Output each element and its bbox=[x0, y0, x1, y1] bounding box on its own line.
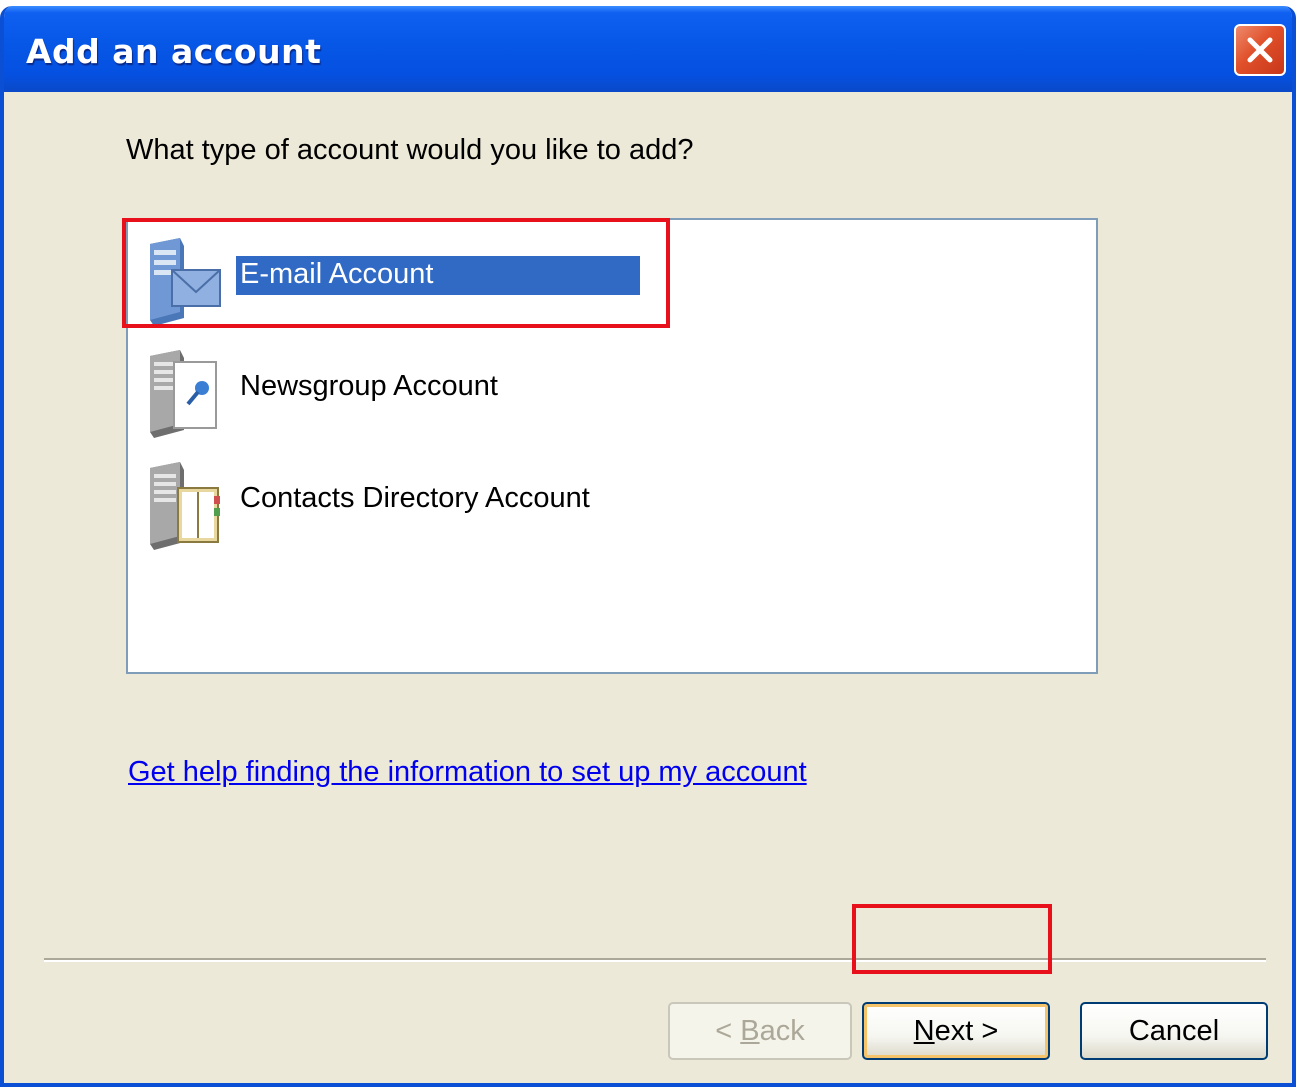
add-account-dialog: Add an account What type of account woul… bbox=[0, 6, 1296, 1087]
list-item-newsgroup-account[interactable]: Newsgroup Account bbox=[140, 342, 680, 442]
button-separator bbox=[44, 958, 1266, 962]
help-link[interactable]: Get help finding the information to set … bbox=[128, 756, 807, 789]
list-item-email-account[interactable]: E-mail Account bbox=[140, 230, 680, 330]
directory-server-icon bbox=[144, 460, 224, 555]
newsgroup-server-icon bbox=[144, 348, 224, 443]
list-item-label: E-mail Account bbox=[235, 255, 641, 296]
close-button[interactable] bbox=[1234, 24, 1286, 76]
account-type-prompt: What type of account would you like to a… bbox=[126, 134, 694, 166]
back-button-mnemonic: B bbox=[740, 1015, 760, 1047]
dialog-body: What type of account would you like to a… bbox=[4, 92, 1292, 1083]
next-button-label: ext > bbox=[934, 1015, 999, 1047]
back-button-prefix: < bbox=[715, 1015, 741, 1047]
list-item-label: Newsgroup Account bbox=[240, 370, 498, 402]
cancel-button[interactable]: Cancel bbox=[1080, 1002, 1268, 1060]
list-item-label: Contacts Directory Account bbox=[240, 482, 590, 514]
account-type-list[interactable]: E-mail Account Newsgroup Account Contact… bbox=[126, 218, 1098, 674]
list-item-contacts-directory-account[interactable]: Contacts Directory Account bbox=[140, 454, 680, 554]
next-button[interactable]: Next > bbox=[862, 1002, 1050, 1060]
back-button[interactable]: < Back bbox=[668, 1002, 852, 1060]
next-button-mnemonic: N bbox=[913, 1015, 935, 1047]
dialog-title: Add an account bbox=[26, 32, 322, 71]
title-bar[interactable]: Add an account bbox=[4, 6, 1292, 92]
email-server-icon bbox=[144, 236, 224, 331]
back-button-label: ack bbox=[759, 1015, 805, 1047]
close-icon bbox=[1247, 37, 1273, 63]
